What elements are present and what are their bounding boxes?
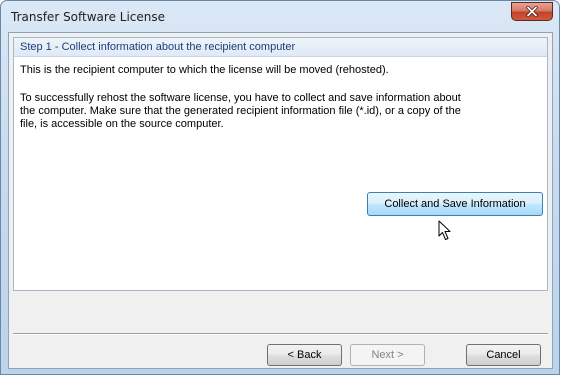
instructions-line-1: To successfully rehost the software lice… xyxy=(20,92,461,104)
title-bar: Transfer Software License xyxy=(1,1,559,32)
dialog-client-area: Step 1 - Collect information about the r… xyxy=(8,32,553,369)
next-button[interactable]: Next > xyxy=(350,344,425,366)
instructions-line-3: file, is accessible on the source comput… xyxy=(20,118,224,130)
close-icon xyxy=(526,6,538,17)
back-button[interactable]: < Back xyxy=(267,344,342,366)
footer-separator xyxy=(13,333,548,335)
close-button[interactable] xyxy=(511,2,553,21)
window-title: Transfer Software License xyxy=(11,10,166,24)
mouse-pointer-icon xyxy=(438,220,451,240)
collect-and-save-button[interactable]: Collect and Save Information xyxy=(367,192,543,216)
step-panel: Step 1 - Collect information about the r… xyxy=(13,37,548,291)
step-header: Step 1 - Collect information about the r… xyxy=(14,38,547,57)
step-title: Step 1 - Collect information about the r… xyxy=(20,41,296,53)
cancel-button[interactable]: Cancel xyxy=(466,344,541,366)
transfer-license-dialog: Transfer Software License Step 1 - Colle… xyxy=(0,0,560,375)
intro-text: This is the recipient computer to which … xyxy=(20,64,389,76)
instructions-line-2: the computer. Make sure that the generat… xyxy=(20,105,461,117)
